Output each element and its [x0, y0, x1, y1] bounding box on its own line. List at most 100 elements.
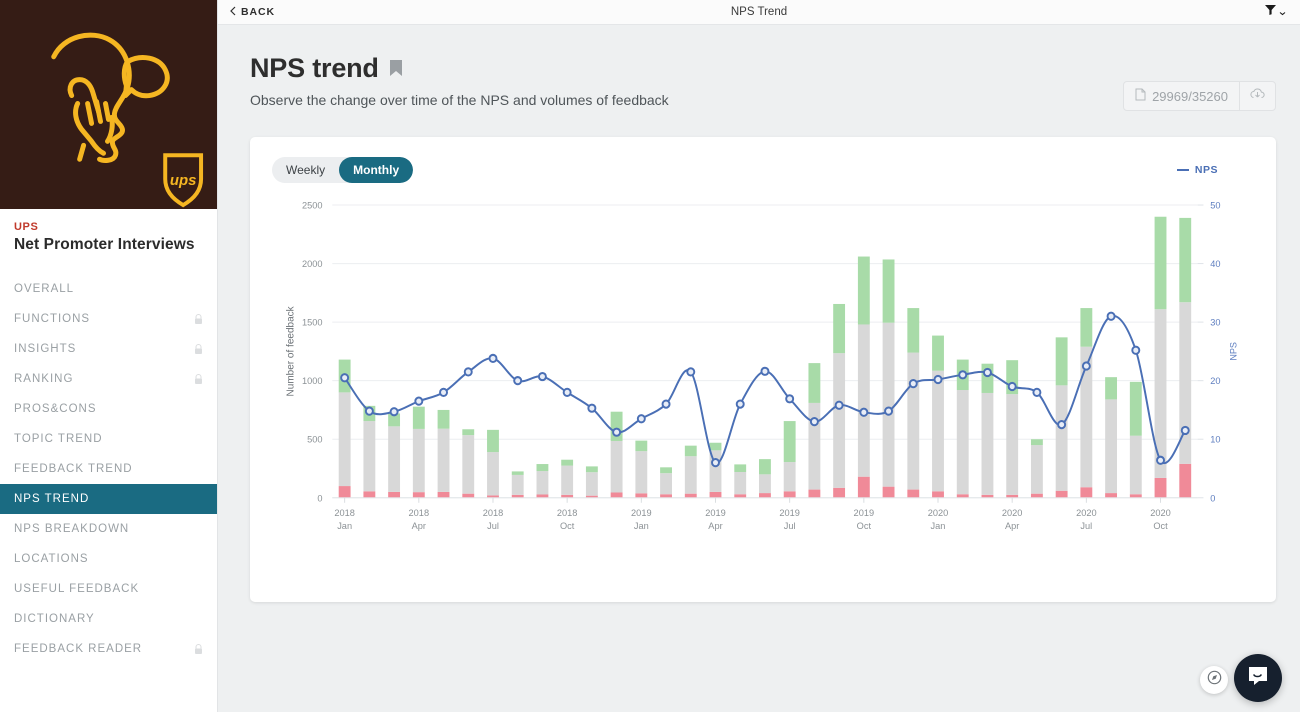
chevron-down-icon — [1279, 3, 1286, 21]
topbar-title: NPS Trend — [730, 6, 788, 18]
chat-button[interactable] — [1234, 654, 1282, 702]
lock-icon — [194, 343, 203, 355]
ups-shield-icon: ups — [163, 153, 204, 208]
cloud-download-icon — [1249, 87, 1266, 106]
sidebar-item-ranking[interactable]: RANKING — [0, 364, 217, 394]
sidebar-item-topic-trend[interactable]: TOPIC TREND — [0, 424, 217, 454]
main-area: BACK NPS Trend NPS trend Observe the cha… — [218, 0, 1300, 712]
svg-text:Jul: Jul — [487, 521, 499, 531]
granularity-toggle: Weekly Monthly — [272, 157, 414, 183]
sidebar-item-label: RANKING — [14, 373, 74, 385]
svg-text:Jan: Jan — [337, 521, 352, 531]
svg-text:1000: 1000 — [302, 376, 323, 386]
sidebar-item-label: PROS&CONS — [14, 403, 97, 415]
sidebar-item-overall[interactable]: OVERALL — [0, 274, 217, 304]
svg-text:2019: 2019 — [705, 508, 726, 518]
compass-icon — [1207, 670, 1222, 690]
svg-text:20: 20 — [1210, 376, 1220, 386]
sidebar-item-nps-breakdown[interactable]: NPS BREAKDOWN — [0, 514, 217, 544]
svg-text:NPS: NPS — [1229, 342, 1239, 361]
svg-text:40: 40 — [1210, 259, 1220, 269]
chart-card: Weekly Monthly NPS 0 500 1000 1500 2000 2500 0… — [250, 137, 1276, 602]
feedback-count: 29969/35260 — [1124, 82, 1240, 110]
lock-icon — [194, 313, 203, 325]
nps-trend-chart[interactable]: 0 500 1000 1500 2000 2500 0 10 20 30 40 50 Number of… — [272, 197, 1254, 588]
bookmark-icon[interactable] — [389, 53, 403, 84]
svg-text:ups: ups — [170, 172, 197, 189]
sidebar-item-label: NPS TREND — [14, 493, 90, 505]
legend-label: NPS — [1194, 164, 1218, 176]
svg-text:Oct: Oct — [560, 521, 575, 531]
svg-text:500: 500 — [307, 435, 322, 445]
topbar: BACK NPS Trend — [218, 0, 1300, 25]
sidebar-item-label: LOCATIONS — [14, 553, 89, 565]
app-root: ups UPS Net Promoter Interviews OVERALL … — [0, 0, 1300, 712]
svg-text:2018: 2018 — [557, 508, 578, 518]
sidebar-item-functions[interactable]: FUNCTIONS — [0, 304, 217, 334]
filter-button[interactable] — [1264, 3, 1286, 21]
page-title-text: NPS trend — [250, 53, 379, 83]
svg-text:2000: 2000 — [302, 259, 323, 269]
brand-meta: UPS Net Promoter Interviews — [0, 209, 217, 268]
page-header: NPS trend Observe the change over time o… — [250, 53, 1276, 111]
project-name: Net Promoter Interviews — [14, 236, 195, 253]
svg-text:1500: 1500 — [302, 318, 323, 328]
svg-text:2018: 2018 — [334, 508, 355, 518]
back-label: BACK — [241, 6, 275, 18]
svg-text:10: 10 — [1210, 435, 1220, 445]
chart-plot-area: 0 500 1000 1500 2000 2500 0 10 20 30 40 50 Number of… — [272, 197, 1254, 588]
svg-text:2019: 2019 — [854, 508, 875, 518]
sidebar-nav: OVERALL FUNCTIONS INSIGHTS RANKING PROS&… — [0, 274, 217, 664]
sidebar-item-useful-feedback[interactable]: USEFUL FEEDBACK — [0, 574, 217, 604]
page-subtitle: Observe the change over time of the NPS … — [250, 92, 669, 108]
svg-text:Oct: Oct — [857, 521, 872, 531]
document-icon — [1135, 88, 1146, 104]
sidebar-item-label: DICTIONARY — [14, 613, 95, 625]
sidebar-item-nps-trend[interactable]: NPS TREND — [0, 484, 217, 514]
toggle-weekly[interactable]: Weekly — [272, 157, 339, 183]
ups-illustration: ups — [51, 32, 204, 208]
sidebar-item-label: FUNCTIONS — [14, 313, 91, 325]
svg-text:Oct: Oct — [1153, 521, 1168, 531]
svg-text:2020: 2020 — [928, 508, 949, 518]
svg-text:30: 30 — [1210, 318, 1220, 328]
sidebar-item-locations[interactable]: LOCATIONS — [0, 544, 217, 574]
sidebar-item-label: NPS BREAKDOWN — [14, 523, 130, 535]
svg-text:2020: 2020 — [1150, 508, 1171, 518]
sidebar-item-feedback-reader[interactable]: FEEDBACK READER — [0, 634, 217, 664]
legend-nps[interactable]: NPS — [1176, 164, 1254, 176]
svg-text:2018: 2018 — [483, 508, 504, 518]
toggle-monthly[interactable]: Monthly — [339, 157, 414, 183]
svg-text:Number of feedback: Number of feedback — [286, 306, 297, 396]
svg-text:Apr: Apr — [412, 521, 426, 531]
download-button[interactable] — [1240, 82, 1275, 110]
svg-text:2018: 2018 — [409, 508, 430, 518]
sidebar-item-feedback-trend[interactable]: FEEDBACK TREND — [0, 454, 217, 484]
legend-line-swatch — [1176, 169, 1189, 171]
sidebar: ups UPS Net Promoter Interviews OVERALL … — [0, 0, 218, 712]
sidebar-item-insights[interactable]: INSIGHTS — [0, 334, 217, 364]
chart-card-toolbar: Weekly Monthly NPS — [272, 157, 1254, 183]
svg-text:Jan: Jan — [634, 521, 649, 531]
svg-text:2019: 2019 — [779, 508, 800, 518]
svg-text:50: 50 — [1210, 200, 1220, 210]
compass-button[interactable] — [1200, 666, 1228, 694]
sidebar-item-label: FEEDBACK TREND — [14, 463, 133, 475]
svg-text:Apr: Apr — [1005, 521, 1019, 531]
lock-icon — [194, 373, 203, 385]
svg-text:2500: 2500 — [302, 200, 323, 210]
page-title: NPS trend — [250, 53, 1123, 84]
svg-text:0: 0 — [1210, 493, 1215, 503]
svg-text:2020: 2020 — [1002, 508, 1023, 518]
sidebar-item-label: USEFUL FEEDBACK — [14, 583, 140, 595]
svg-text:0: 0 — [317, 493, 322, 503]
brand-hero: ups — [0, 0, 217, 209]
svg-text:Jul: Jul — [784, 521, 796, 531]
sidebar-item-proscons[interactable]: PROS&CONS — [0, 394, 217, 424]
sidebar-item-dictionary[interactable]: DICTIONARY — [0, 604, 217, 634]
back-button[interactable]: BACK — [218, 6, 287, 19]
svg-text:Apr: Apr — [708, 521, 722, 531]
svg-text:2020: 2020 — [1076, 508, 1097, 518]
feedback-count-chip: 29969/35260 — [1123, 81, 1276, 111]
svg-text:2019: 2019 — [631, 508, 652, 518]
